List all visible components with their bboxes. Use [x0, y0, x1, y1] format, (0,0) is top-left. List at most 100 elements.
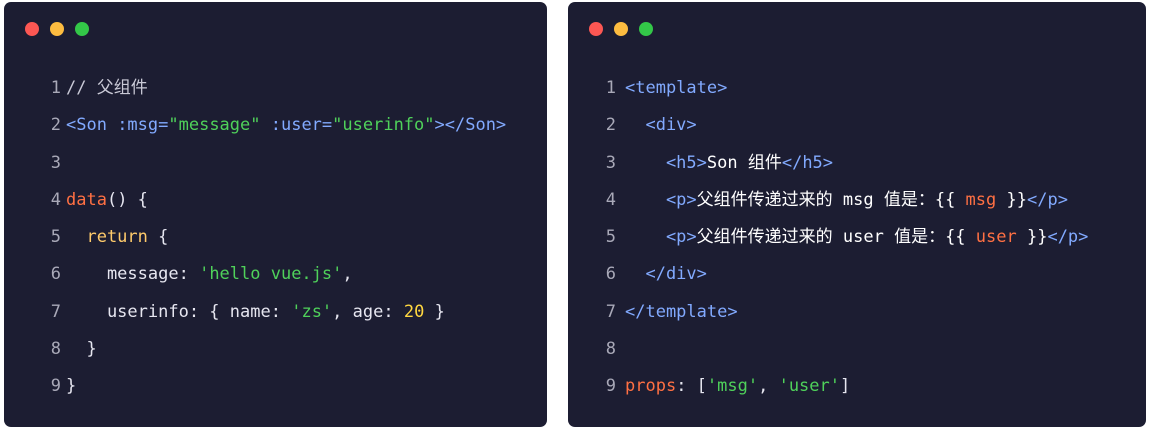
line-number: 4 — [50, 189, 61, 210]
code-token: // 父组件 — [66, 78, 148, 98]
code-token: </div> — [625, 264, 707, 285]
code-content: </template> — [616, 294, 738, 331]
code-token: </p> — [1026, 189, 1068, 210]
code-content: <h5>Son 组件</h5> — [616, 145, 833, 182]
code-content: userinfo: { name: 'zs', age: 20 } — [61, 294, 445, 331]
line-number: 8 — [50, 339, 61, 360]
line-number: 6 — [50, 264, 61, 285]
line-number: 4 — [605, 189, 616, 210]
code-token: , — [342, 264, 353, 285]
code-content: <Son :msg="message" :user="userinfo"></S… — [61, 107, 506, 144]
code-content: <template> — [616, 70, 727, 107]
code-content: return { — [61, 219, 168, 256]
code-token: props — [625, 376, 677, 397]
code-line: 9} — [4, 368, 547, 405]
line-number: 1 — [605, 78, 616, 98]
code-token: : — [270, 301, 292, 322]
code-block: 1// 父组件 2 <Son :msg="message" :user="useri… — [4, 70, 547, 406]
code-token: </template> — [625, 301, 738, 322]
code-token: :msg= — [106, 115, 169, 136]
child-component-code-window: 1 <template> 2 <div> 3 <h5>Son 组件</h5> 4 <p>… — [568, 2, 1146, 427]
code-line: 4 data() { — [4, 182, 547, 219]
code-line: 6 message: 'hello vue.js', — [4, 256, 547, 293]
code-token: 父组件传递过来的 user 值是：{{ — [696, 227, 976, 248]
code-token: "userinfo" — [332, 115, 435, 136]
code-block: 1 <template> 2 <div> 3 <h5>Son 组件</h5> 4 <p>… — [568, 70, 1146, 406]
code-token: :user= — [260, 115, 333, 136]
line-number: 3 — [605, 152, 616, 173]
code-line: 5 <p>父组件传递过来的 user 值是：{{ user }}</p> — [568, 219, 1146, 256]
code-token: 'zs' — [291, 301, 333, 322]
window-controls — [25, 22, 89, 36]
code-token: }} — [1016, 227, 1048, 248]
minimize-button[interactable] — [614, 22, 628, 36]
code-token: <h5> — [625, 152, 707, 173]
code-line: 3 — [4, 145, 547, 182]
page: 1// 父组件 2 <Son :msg="message" :user="useri… — [0, 0, 1152, 433]
code-token: 'user' — [778, 376, 840, 397]
code-token: user — [975, 227, 1017, 248]
minimize-button[interactable] — [50, 22, 64, 36]
code-content: <div> — [616, 107, 696, 144]
code-token: userinfo — [66, 301, 189, 322]
code-line: 7 </template> — [568, 294, 1146, 331]
code-token: data — [66, 189, 107, 210]
line-number: 5 — [50, 227, 61, 248]
code-content: <p>父组件传递过来的 msg 值是：{{ msg }}</p> — [616, 182, 1068, 219]
code-line: 1 <template> — [568, 70, 1146, 107]
code-token: age — [352, 301, 384, 322]
code-line: 2 <Son :msg="message" :user="userinfo"></… — [4, 107, 547, 144]
code-content: } — [61, 331, 96, 368]
code-token: msg — [965, 189, 997, 210]
code-token: ] — [840, 376, 851, 397]
code-token: : [ — [676, 376, 707, 397]
line-number: 9 — [605, 376, 616, 397]
code-content: data() { — [61, 182, 148, 219]
code-content: props: ['msg', 'user'] — [616, 368, 850, 405]
maximize-button[interactable] — [75, 22, 89, 36]
maximize-button[interactable] — [639, 22, 653, 36]
code-token: <p> — [625, 227, 697, 248]
line-number: 2 — [605, 115, 616, 136]
line-number: 1 — [50, 78, 61, 98]
code-token: return — [66, 227, 148, 248]
code-line: 6 </div> — [568, 256, 1146, 293]
code-token: 父组件传递过来的 msg 值是：{{ — [696, 189, 966, 210]
code-line: 9 props: ['msg', 'user'] — [568, 368, 1146, 405]
code-token: </h5> — [781, 152, 834, 173]
code-token: <template> — [625, 78, 728, 98]
code-content — [616, 331, 625, 368]
code-token: : { — [188, 301, 230, 322]
code-token: }} — [996, 189, 1027, 210]
close-button[interactable] — [25, 22, 39, 36]
close-button[interactable] — [589, 22, 603, 36]
code-line: 8 } — [4, 331, 547, 368]
code-token: : — [178, 264, 200, 285]
code-token: } — [424, 301, 445, 322]
code-line: 8 — [568, 331, 1146, 368]
code-content — [61, 145, 66, 182]
code-token: , — [332, 301, 353, 322]
code-content: // 父组件 — [61, 70, 148, 107]
code-content: </div> — [616, 256, 707, 293]
code-token: 'hello vue.js' — [199, 264, 343, 285]
code-line: 4 <p>父组件传递过来的 msg 值是：{{ msg }}</p> — [568, 182, 1146, 219]
code-token: : — [383, 301, 404, 322]
code-line: 3 <h5>Son 组件</h5> — [568, 145, 1146, 182]
code-line: 2 <div> — [568, 107, 1146, 144]
code-token: 20 — [403, 301, 425, 322]
window-controls — [589, 22, 653, 36]
line-number: 3 — [50, 152, 61, 173]
line-number: 7 — [50, 301, 61, 322]
code-token: <p> — [625, 189, 697, 210]
line-number: 2 — [50, 115, 61, 136]
line-number: 9 — [50, 376, 61, 397]
line-number: 5 — [605, 227, 616, 248]
code-line: 5 return { — [4, 219, 547, 256]
line-number: 6 — [605, 264, 616, 285]
code-token: { — [147, 227, 169, 248]
code-token: Son 组件 — [706, 152, 782, 173]
code-token: ></Son> — [434, 115, 507, 136]
code-token: } — [66, 376, 77, 397]
parent-component-code-window: 1// 父组件 2 <Son :msg="message" :user="useri… — [4, 2, 547, 427]
